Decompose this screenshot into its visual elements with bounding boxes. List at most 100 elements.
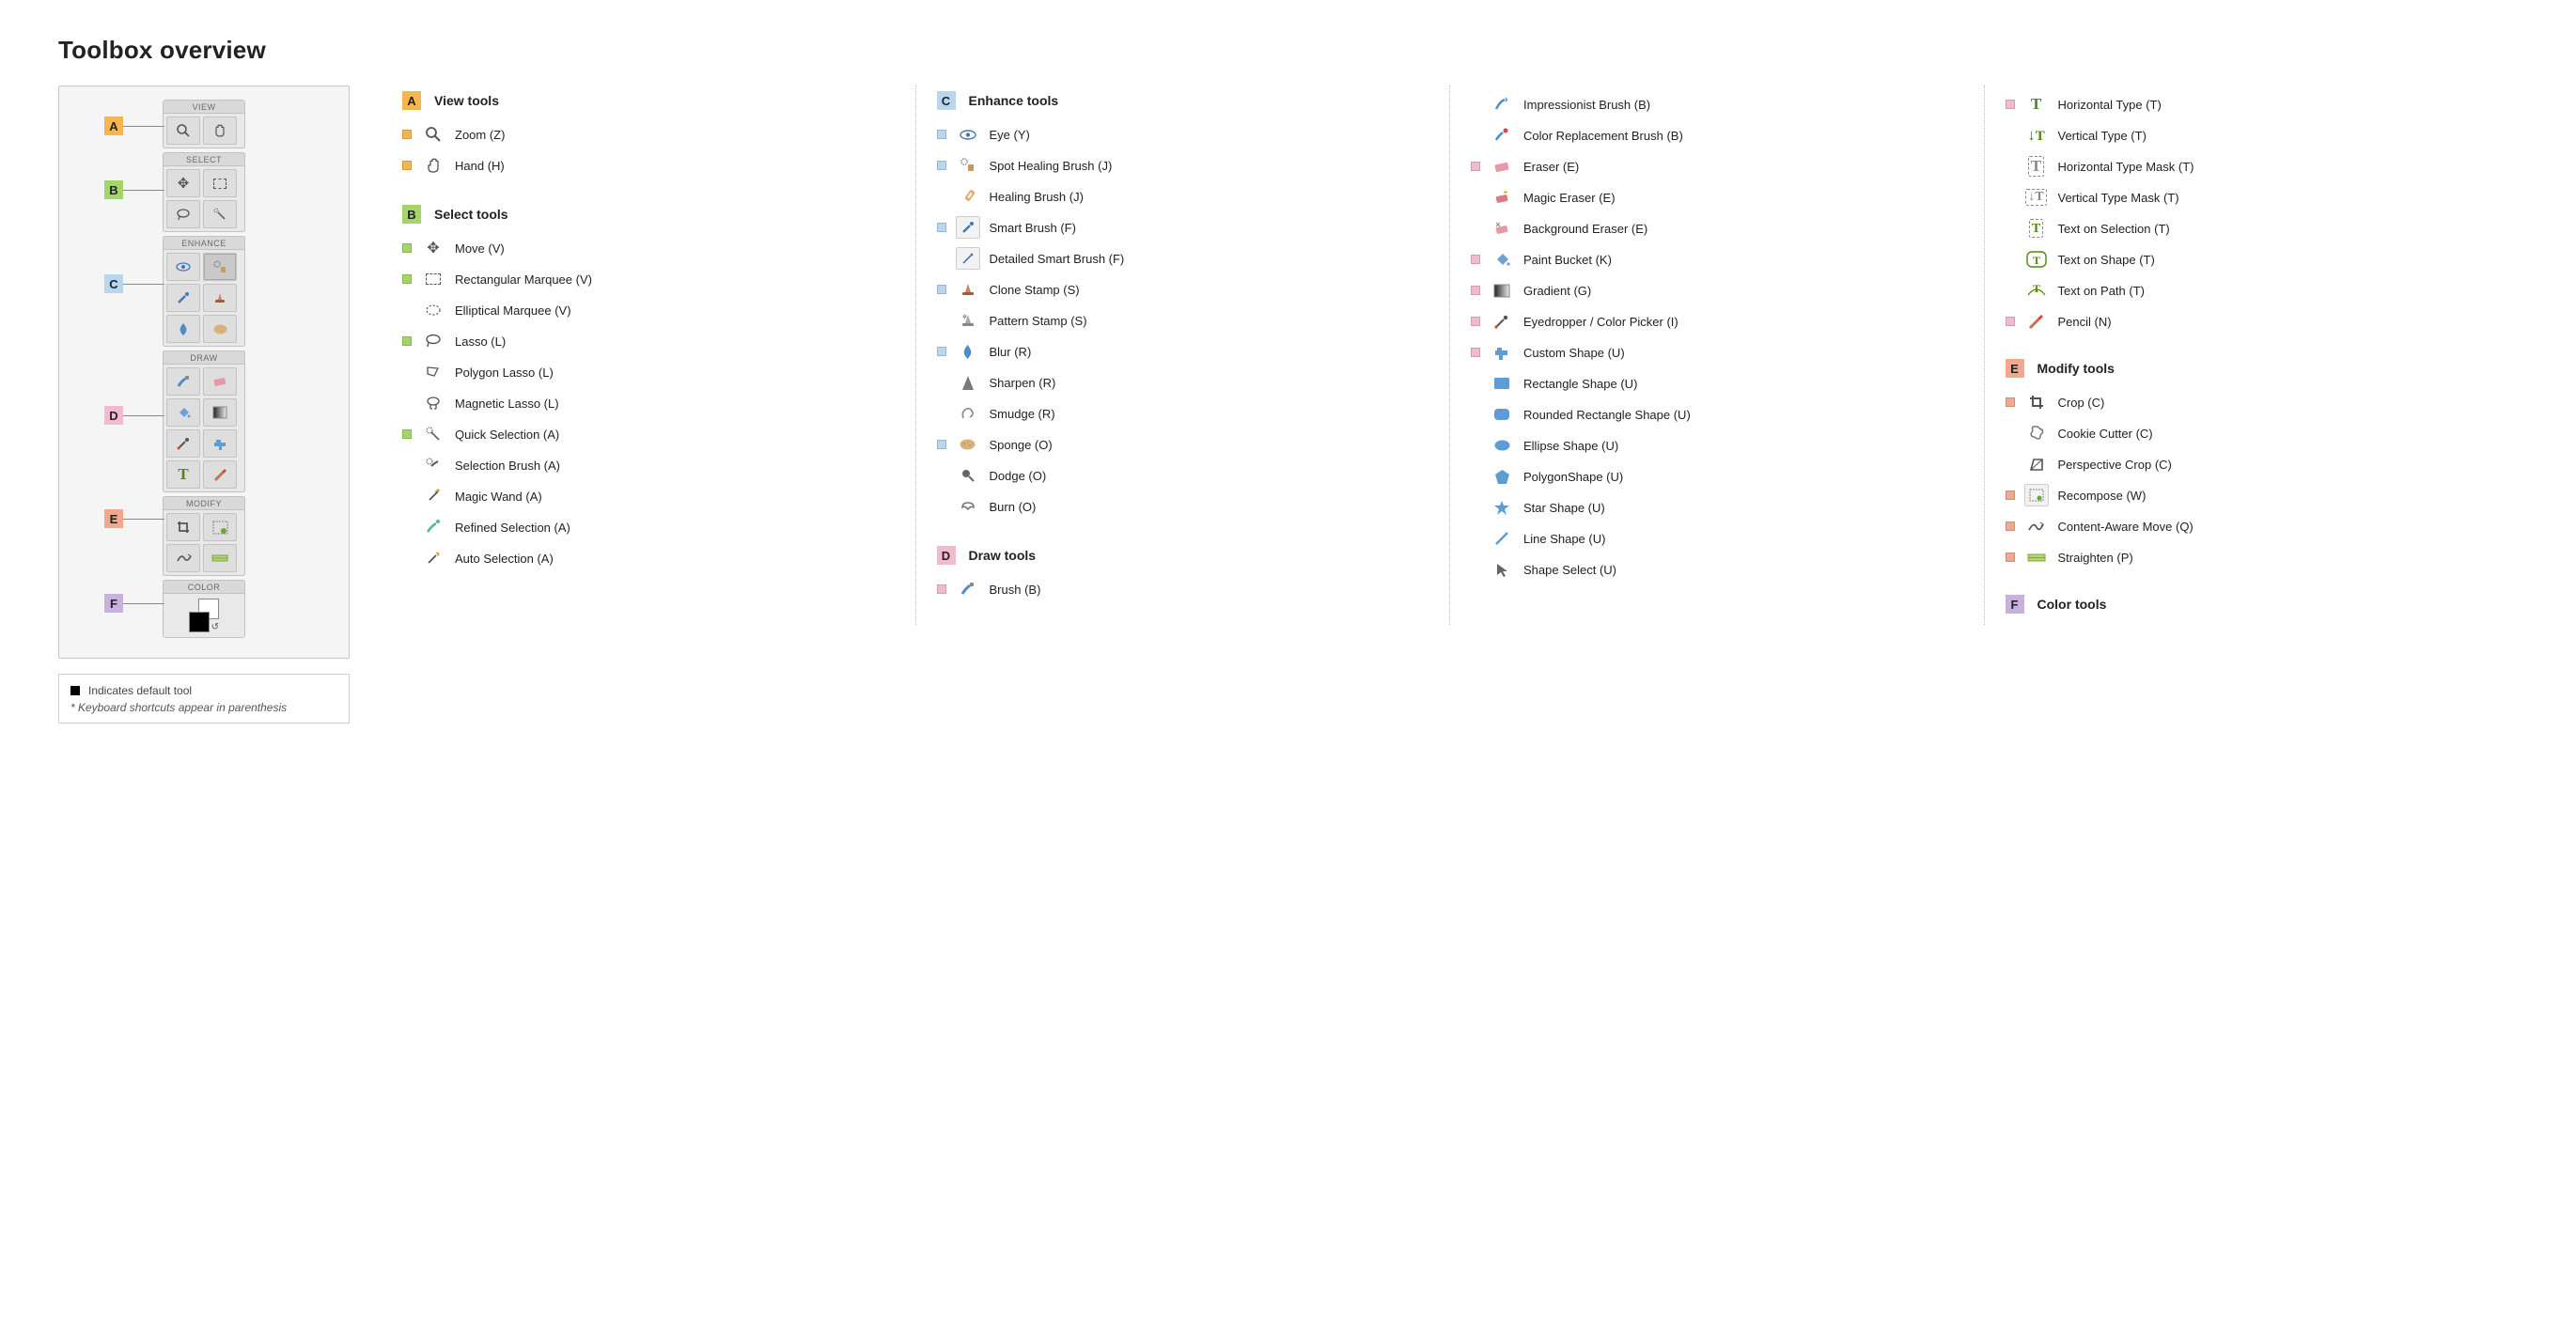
badge-c: C [937,91,956,110]
tool-quick-selection[interactable] [203,200,237,228]
tool-spot-healing[interactable] [203,253,237,281]
column-3: Impressionist Brush (B) Color Replacemen… [1449,86,1984,625]
tool-label: Sponge (O) [990,438,1053,452]
callout-badge-c: C [104,274,123,293]
smart-brush-icon [956,216,980,239]
group-header-c: C Enhance tools [937,91,1429,110]
tool-clone-stamp[interactable] [203,284,237,312]
tool-label: Gradient (G) [1523,284,1591,298]
badge-d: D [937,546,956,565]
healing-brush-icon [956,185,980,208]
toolbox: VIEW SELECT ✥ [163,100,245,638]
rectangle-shape-icon [1490,372,1514,395]
eyedropper-icon [1490,310,1514,333]
tool-pencil[interactable] [203,460,237,489]
tool-move[interactable]: ✥ [166,169,200,197]
tool-label: Eye (Y) [990,128,1030,142]
tool-label: Smart Brush (F) [990,221,1076,235]
burn-icon [956,495,980,518]
gradient-icon [1490,279,1514,302]
selection-brush-icon [421,454,445,476]
blur-icon [956,340,980,363]
tool-label: Magnetic Lasso (L) [455,397,559,411]
paint-bucket-icon [1490,248,1514,271]
lasso-icon [421,330,445,352]
hand-icon [421,154,445,177]
tool-label: Rectangular Marquee (V) [455,272,592,287]
tool-label: Horizontal Type Mask (T) [2058,160,2194,174]
group-header-a: A View tools [402,91,895,110]
tool-label: Sharpen (R) [990,376,1056,390]
tool-label: Impressionist Brush (B) [1523,98,1650,112]
callout-badge-b: B [104,180,123,199]
tool-gradient[interactable] [203,398,237,427]
tool-label: Content-Aware Move (Q) [2058,520,2194,534]
tool-label: Move (V) [455,241,505,256]
tool-blur[interactable] [166,315,200,343]
sharpen-icon [956,371,980,394]
tool-label: Hand (H) [455,159,505,173]
sponge-icon [956,433,980,456]
tool-label: Smudge (R) [990,407,1055,421]
badge-b: B [402,205,421,224]
tool-paint-bucket[interactable] [166,398,200,427]
recompose-icon [2024,484,2049,506]
callout-badge-a: A [104,117,123,135]
tool-zoom[interactable] [166,117,200,145]
ellipse-shape-icon [1490,434,1514,457]
pattern-stamp-icon: ✲ [956,309,980,332]
tool-lasso[interactable] [166,200,200,228]
badge-a: A [402,91,421,110]
horizontal-type-icon: T [2024,93,2049,116]
tool-label: Background Eraser (E) [1523,222,1647,236]
tool-label: Text on Shape (T) [2058,253,2155,267]
toolbox-figure: VIEW SELECT ✥ [58,86,350,659]
tool-label: Rounded Rectangle Shape (U) [1523,408,1691,422]
badge-e: E [2006,359,2024,378]
tool-color-swatches[interactable]: ↺ [187,597,221,634]
tool-label: Eraser (E) [1523,160,1579,174]
svg-text:T: T [2033,254,2040,267]
tool-sponge[interactable] [203,315,237,343]
pencil-icon [2024,310,2049,333]
layout: VIEW SELECT ✥ [58,86,2518,724]
tool-label: Crop (C) [2058,396,2105,410]
magic-eraser-icon [1490,186,1514,209]
zoom-icon [421,123,445,146]
tool-brush[interactable] [166,367,200,396]
tool-eyedropper[interactable] [166,429,200,458]
rect-marquee-icon [421,268,445,290]
tool-type[interactable]: T [166,460,200,489]
tool-label: Cookie Cutter (C) [2058,427,2153,441]
dodge-icon [956,464,980,487]
columns: A View tools Zoom (Z) Hand (H) B Select … [382,86,2518,625]
smudge-icon [956,402,980,425]
column-4: THorizontal Type (T) ↓TVertical Type (T)… [1984,86,2519,625]
tool-label: Blur (R) [990,345,1032,359]
tool-hand[interactable] [203,117,237,145]
tool-smart-brush[interactable] [166,284,200,312]
content-aware-move-icon [2024,515,2049,537]
tool-straighten[interactable] [203,544,237,572]
impressionist-brush-icon [1490,93,1514,116]
swap-colors-icon[interactable]: ↺ [211,622,219,632]
clone-stamp-icon [956,278,980,301]
toolbox-header-draw: DRAW [163,350,245,364]
tool-recompose[interactable] [203,513,237,541]
tool-crop[interactable] [166,513,200,541]
foreground-color-swatch[interactable] [189,612,210,632]
tool-custom-shape[interactable] [203,429,237,458]
text-on-path-icon: T [2024,279,2049,302]
tool-eraser[interactable] [203,367,237,396]
tool-content-aware-move[interactable] [166,544,200,572]
group-header-e: E Modify tools [2006,359,2498,378]
tool-label: Detailed Smart Brush (F) [990,252,1125,266]
tool-eye[interactable] [166,253,200,281]
tool-marquee[interactable] [203,169,237,197]
page-title: Toolbox overview [58,36,2518,65]
figure-wrapper: VIEW SELECT ✥ [58,86,350,724]
background-eraser-icon [1490,217,1514,240]
spot-healing-icon [956,154,980,177]
group-header-d: D Draw tools [937,546,1429,565]
tool-label: Ellipse Shape (U) [1523,439,1618,453]
